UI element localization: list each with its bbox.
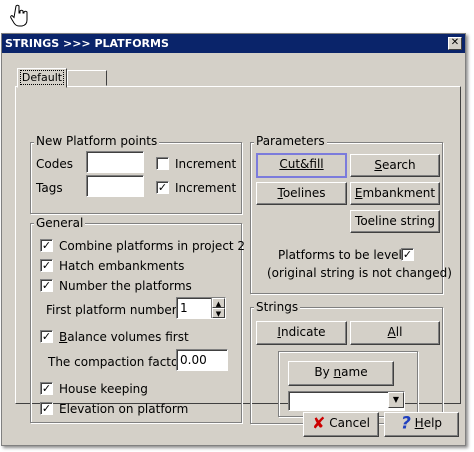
help-question-icon: ? [400, 413, 411, 434]
spin-up-icon[interactable]: ▲ [212, 298, 225, 308]
help-mnemonic: H [414, 416, 424, 430]
spinner-arrows[interactable]: ▲ ▼ [211, 298, 225, 318]
elevation-label: Elevation on platform [59, 402, 189, 416]
tab-default-label: Default [19, 70, 65, 85]
chevron-down-icon[interactable]: ▼ [388, 392, 404, 408]
housekeeping-label: House keeping [59, 382, 148, 396]
by-name-button[interactable]: By name [288, 361, 394, 386]
toeline-string-button[interactable]: Toeline string [350, 210, 440, 233]
window-title: STRINGS >>> PLATFORMS [5, 37, 169, 50]
general-legend: General [34, 216, 86, 230]
toelines-button[interactable]: Toelines [256, 182, 347, 205]
hatch-label: Hatch embankments [59, 259, 185, 273]
embankment-button[interactable]: Embankment [350, 182, 440, 205]
help-label-rest: elp [423, 416, 443, 430]
by-name-pre: By [314, 365, 334, 379]
search-mnemonic: S [374, 158, 382, 172]
search-button[interactable]: Search [350, 154, 440, 177]
number-checkbox[interactable]: ✓ [40, 279, 53, 292]
balance-label: Balance volumes first [59, 330, 189, 344]
hand-pointer-icon [10, 4, 30, 28]
by-name-rest: ame [341, 365, 368, 379]
elevation-checkbox[interactable]: ✓ [40, 402, 53, 415]
level-label: Platforms to be level [278, 248, 402, 262]
codes-field[interactable] [86, 151, 144, 173]
search-label-rest: earch [382, 158, 416, 172]
parameters-legend: Parameters [254, 134, 327, 148]
tab-panel: New Platform points Codes Increment Tags… [15, 86, 461, 424]
housekeeping-checkbox[interactable]: ✓ [40, 382, 53, 395]
close-button[interactable]: ✕ [448, 37, 462, 50]
tags-increment-label: Increment [175, 181, 237, 195]
first-number-spinner[interactable]: 1 ▲ ▼ [176, 297, 226, 319]
by-name-mnemonic: n [333, 365, 342, 379]
tags-increment-checkbox[interactable]: ✓ [156, 181, 169, 194]
first-number-label: First platform number : [46, 303, 185, 317]
tags-label: Tags [36, 181, 63, 195]
hatch-checkbox[interactable]: ✓ [40, 259, 53, 272]
level-checkbox[interactable]: ✓ [401, 248, 414, 261]
level-note: (original string is not changed) [267, 266, 452, 280]
compaction-label: The compaction factor [48, 355, 184, 369]
all-mnemonic: A [387, 325, 396, 339]
tab-default[interactable]: Default [17, 68, 67, 88]
platforms-dialog: STRINGS >>> PLATFORMS ✕ Default New Plat… [1, 33, 466, 446]
toelines-label-rest: oelines [282, 186, 326, 200]
cancel-label: Cancel [329, 416, 370, 430]
cut-fill-button[interactable]: Cut&fill [256, 153, 347, 178]
title-bar: STRINGS >>> PLATFORMS ✕ [2, 34, 465, 53]
cut-fill-label: Cut&fill [279, 157, 324, 171]
new-platform-points-legend: New Platform points [34, 134, 160, 148]
indicate-label-rest: ndicate [280, 325, 326, 339]
codes-increment-checkbox[interactable] [156, 157, 169, 170]
cancel-button[interactable]: ✘ Cancel [303, 412, 379, 437]
balance-label-rest: alance volumes first [67, 330, 189, 344]
combine-label: Combine platforms in project 2 [59, 239, 246, 253]
all-button[interactable]: All [350, 321, 440, 345]
help-button[interactable]: ? Help [384, 412, 459, 437]
balance-checkbox[interactable]: ✓ [40, 330, 53, 343]
compaction-field[interactable]: 0.00 [176, 349, 228, 371]
embankment-label-rest: mbankment [362, 186, 436, 200]
indicate-button[interactable]: Indicate [256, 321, 347, 345]
codes-label: Codes [36, 157, 73, 171]
codes-increment-label: Increment [175, 157, 237, 171]
by-name-select[interactable]: ▼ [288, 391, 405, 411]
combine-checkbox[interactable]: ✓ [40, 239, 53, 252]
cancel-x-icon: ✘ [312, 413, 326, 433]
first-number-value: 1 [180, 301, 188, 315]
strings-legend: Strings [254, 300, 301, 314]
number-label: Number the platforms [59, 279, 192, 293]
all-label-rest: ll [395, 325, 403, 339]
spin-down-icon[interactable]: ▼ [212, 308, 225, 318]
tab-second[interactable] [67, 70, 107, 86]
tags-field[interactable] [86, 175, 144, 197]
balance-mnemonic: B [59, 330, 68, 344]
